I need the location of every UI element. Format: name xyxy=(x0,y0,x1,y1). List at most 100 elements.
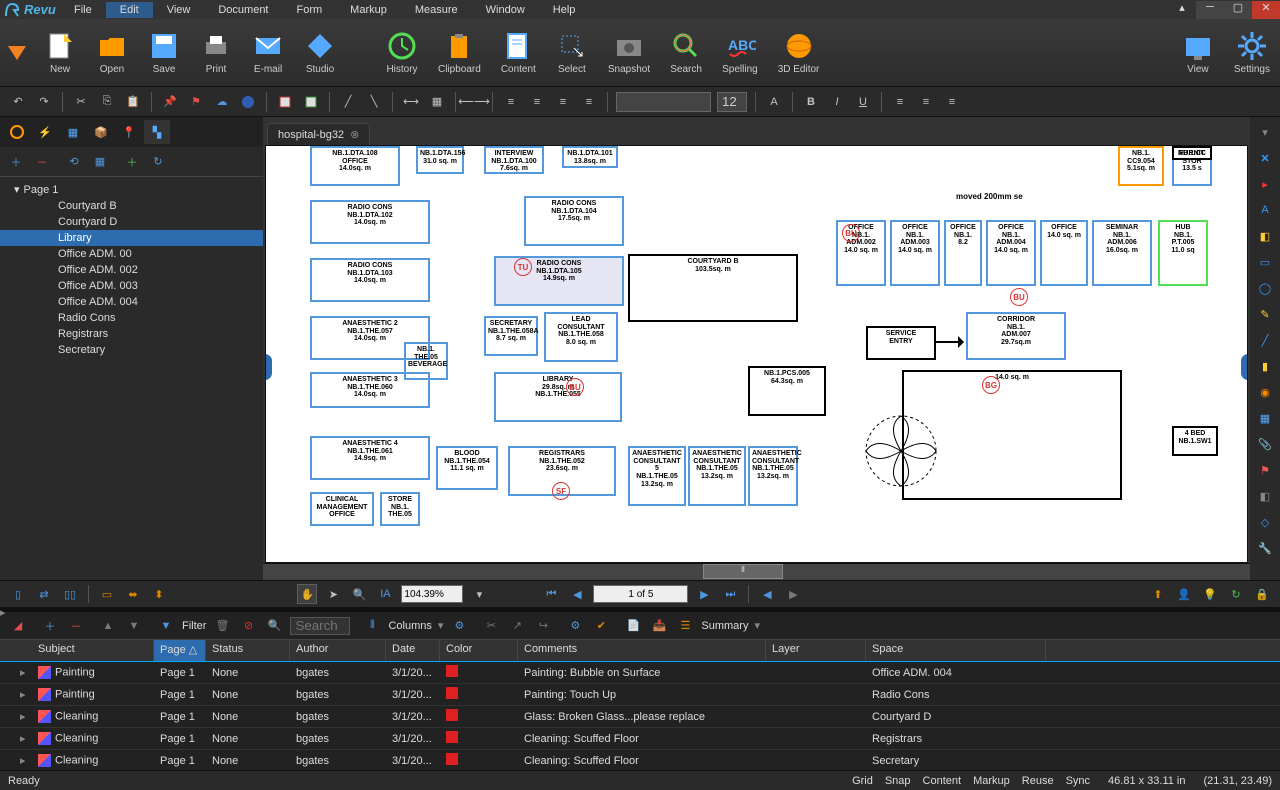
columns-icon[interactable]: ⦀ xyxy=(362,616,382,636)
underline-icon[interactable]: U xyxy=(853,92,873,112)
nav-fwd-icon[interactable]: ▶ xyxy=(783,584,803,604)
panel-tab-lightning[interactable]: ⚡ xyxy=(32,120,58,144)
panel-tab-compass[interactable] xyxy=(4,120,30,144)
redo-icon[interactable]: ↷ xyxy=(34,92,54,112)
panel-tab-box[interactable]: 📦 xyxy=(88,120,114,144)
room[interactable]: OFFICE14.0 sq. m xyxy=(1040,220,1088,286)
pin-icon[interactable]: 📌 xyxy=(160,92,180,112)
room[interactable]: NB.1.CC9.0545.1sq. m xyxy=(1118,146,1164,186)
tree-item[interactable]: Office ADM. 004 xyxy=(0,294,263,310)
export-icon[interactable]: 📄 xyxy=(623,616,643,636)
italic-icon[interactable]: I xyxy=(827,92,847,112)
user-icon[interactable]: 👤 xyxy=(1174,584,1194,604)
pen-tool-icon[interactable]: ✎ xyxy=(1254,303,1276,325)
undo-icon[interactable]: ↶ xyxy=(8,92,28,112)
reply-icon[interactable]: ↪ xyxy=(533,616,553,636)
fit-height-icon[interactable]: ⬍ xyxy=(149,584,169,604)
check-icon[interactable]: ✔ xyxy=(591,616,611,636)
ribbon-dropdown[interactable] xyxy=(0,38,34,68)
status-toggle-snap[interactable]: Snap xyxy=(885,775,911,787)
ribbon-studio[interactable]: Studio xyxy=(294,26,346,79)
next-page-icon[interactable]: ▶ xyxy=(694,584,714,604)
status-toggle-sync[interactable]: Sync xyxy=(1066,775,1090,787)
status-toggle-markup[interactable]: Markup xyxy=(973,775,1010,787)
ribbon-print[interactable]: Print xyxy=(190,26,242,79)
close-strip-icon[interactable]: ✕ xyxy=(1254,147,1276,169)
room[interactable]: LEADCONSULTANTNB.1.THE.0588.0 sq. m xyxy=(544,312,618,362)
close-button[interactable]: ✕ xyxy=(1252,1,1280,19)
room[interactable]: NB.1.THE.05BEVERAGE xyxy=(404,342,448,380)
menu-view[interactable]: View xyxy=(153,2,205,18)
dim-toggle-icon[interactable]: ⬆ xyxy=(1148,584,1168,604)
document-tab[interactable]: hospital-bg32 ⊗ xyxy=(267,123,370,145)
prev-page-icon[interactable]: ◀ xyxy=(567,584,587,604)
align-other-icon[interactable]: ≡ xyxy=(579,92,599,112)
room[interactable]: CORRIDORNB.1.ADM.00729.7sq.m xyxy=(966,312,1066,360)
tree-root[interactable]: ▾ Page 1 xyxy=(0,181,263,198)
font-size-input[interactable] xyxy=(717,92,747,112)
menu-icon[interactable]: ▾ xyxy=(1254,121,1276,143)
menu-window[interactable]: Window xyxy=(472,2,539,18)
menu-help[interactable]: Help xyxy=(539,2,590,18)
status-toggle-grid[interactable]: Grid xyxy=(852,775,873,787)
tree-item[interactable]: Library xyxy=(0,230,263,246)
status-gear-icon[interactable]: ⚙ xyxy=(565,616,585,636)
single-page-icon[interactable]: ▯ xyxy=(8,584,28,604)
markup-search-input[interactable] xyxy=(290,617,350,635)
stamp-tool-icon[interactable]: ◉ xyxy=(1254,381,1276,403)
room[interactable]: RADIO CONSNB.1.DTA.10214.0sq. m xyxy=(310,200,430,244)
expand-icon[interactable]: ▸ xyxy=(20,755,26,767)
import-icon[interactable]: 📥 xyxy=(649,616,669,636)
room[interactable]: LIBRARY29.8sq. mNB.1.THE.055 xyxy=(494,372,622,422)
ribbon-save[interactable]: Save xyxy=(138,26,190,79)
collapse-ribbon-icon[interactable]: ▴ xyxy=(1168,1,1196,19)
room[interactable]: NB.1.DTA.15631.0 sq. m xyxy=(416,146,464,174)
minimize-button[interactable]: ─ xyxy=(1196,1,1224,19)
left-handle[interactable] xyxy=(265,354,272,380)
text-align-left-icon[interactable]: ≡ xyxy=(890,92,910,112)
zoom-tool-icon[interactable]: 🔍 xyxy=(349,584,369,604)
ribbon-search[interactable]: Search xyxy=(660,26,712,79)
wrench-tool-icon[interactable]: 🔧 xyxy=(1254,537,1276,559)
menu-form[interactable]: Form xyxy=(283,2,337,18)
menu-file[interactable]: File xyxy=(60,2,106,18)
tree-item[interactable]: Office ADM. 002 xyxy=(0,262,263,278)
tree-item[interactable]: Secretary xyxy=(0,342,263,358)
summary-label[interactable]: Summary xyxy=(701,620,748,632)
circle-tool-icon[interactable]: ◯ xyxy=(1254,277,1276,299)
add-markup-icon[interactable]: ＋ xyxy=(40,616,60,636)
first-page-icon[interactable]: ⏮ xyxy=(541,584,561,604)
flag-red-icon[interactable]: ▸ xyxy=(1254,173,1276,195)
align-left-icon[interactable]: ≡ xyxy=(501,92,521,112)
room[interactable]: NB.1.CC xyxy=(1172,146,1212,160)
grid-view-icon[interactable]: ▦ xyxy=(90,152,110,172)
remove-space-icon[interactable]: － xyxy=(32,152,52,172)
continuous-icon[interactable]: ⇄ xyxy=(34,584,54,604)
room[interactable]: 14.0 sq. m xyxy=(902,370,1122,500)
expand-icon[interactable]: ▸ xyxy=(20,711,26,723)
room[interactable]: COURTYARD B103.5sq. m xyxy=(628,254,798,322)
box-tool-icon[interactable]: ▭ xyxy=(1254,251,1276,273)
note-tool-icon[interactable]: ◧ xyxy=(1254,225,1276,247)
markup-row[interactable]: ▸CleaningPage 1Nonebgates3/1/20...Cleani… xyxy=(0,728,1280,750)
add-space-icon[interactable]: ＋ xyxy=(6,152,26,172)
page-fwd-icon[interactable] xyxy=(301,92,321,112)
ribbon-select[interactable]: Select xyxy=(546,26,598,79)
zoom-input[interactable] xyxy=(401,585,463,603)
shape-tool-icon[interactable]: ◇ xyxy=(1254,511,1276,533)
align-right-icon[interactable]: ≡ xyxy=(553,92,573,112)
line-icon[interactable]: ╱ xyxy=(338,92,358,112)
room[interactable]: SEMINARNB.1.ADM.00616.0sq. m xyxy=(1092,220,1152,286)
panel-tab-spaces[interactable]: ▚ xyxy=(144,120,170,144)
font-name-input[interactable] xyxy=(616,92,711,112)
gear-icon[interactable]: ⚙ xyxy=(449,616,469,636)
text-align-right-icon[interactable]: ≡ xyxy=(942,92,962,112)
right-handle[interactable] xyxy=(1241,354,1248,380)
room[interactable]: NB.1.DTA.108OFFICE14.0sq. m xyxy=(310,146,400,186)
refresh-icon[interactable]: ↻ xyxy=(148,152,168,172)
page-back-icon[interactable] xyxy=(275,92,295,112)
tree-item[interactable]: Courtyard B xyxy=(0,198,263,214)
col-page[interactable]: Page △ xyxy=(154,640,206,661)
color-tool-icon[interactable]: ◧ xyxy=(1254,485,1276,507)
down-icon[interactable]: ▼ xyxy=(124,616,144,636)
